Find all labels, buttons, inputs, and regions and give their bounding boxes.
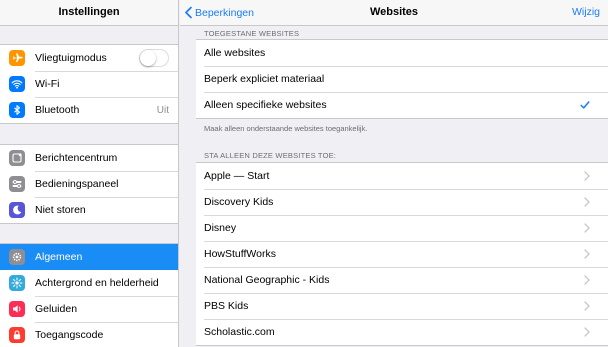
allowed-websites-options: Alle websites Beperk expliciet materiaal… (196, 39, 608, 119)
site-row[interactable]: Disney (196, 215, 608, 241)
site-label: Discovery Kids (204, 196, 274, 208)
sidebar-item-do-not-disturb[interactable]: Niet storen (0, 197, 178, 223)
allowed-websites-header: TOEGESTANE WEBSITES (204, 29, 300, 38)
gear-icon (9, 249, 25, 265)
bluetooth-status-value: Uit (156, 104, 169, 116)
lock-icon (9, 327, 25, 343)
site-label: Scholastic.com (204, 326, 275, 338)
edit-button[interactable]: Wijzig (572, 0, 600, 25)
option-label: Alle websites (204, 47, 266, 59)
option-specific-websites-only[interactable]: Alleen specifieke websites (196, 92, 608, 118)
speaker-icon (9, 301, 25, 317)
chevron-right-icon (584, 327, 590, 337)
site-label: PBS Kids (204, 300, 249, 312)
sidebar-item-label: Achtergrond en helderheid (35, 277, 159, 289)
sidebar-item-notification-center[interactable]: Berichtencentrum (0, 145, 178, 171)
airplane-icon (9, 50, 25, 66)
bluetooth-icon (9, 102, 25, 118)
sidebar-item-label: Wi-Fi (35, 78, 60, 90)
allowed-websites-footer: Maak alleen onderstaande websites toegan… (204, 124, 368, 133)
page-title: Websites (369, 6, 419, 18)
sidebar-item-bluetooth[interactable]: Bluetooth Uit (0, 97, 178, 123)
control-center-icon (9, 176, 25, 192)
sidebar-item-wifi[interactable]: Wi-Fi (0, 71, 178, 97)
airplane-mode-toggle[interactable] (139, 49, 169, 67)
sidebar-item-general[interactable]: Algemeen (0, 244, 178, 270)
site-row[interactable]: Discovery Kids (196, 189, 608, 215)
sidebar-item-label: Algemeen (35, 251, 83, 263)
sidebar-group-general: Algemeen Achtergrond en helderheid Gelui… (0, 243, 178, 347)
chevron-right-icon (584, 275, 590, 285)
sidebar-item-label: Niet storen (35, 204, 86, 216)
site-row[interactable]: National Geographic - Kids (196, 267, 608, 293)
wallpaper-icon (9, 275, 25, 291)
sidebar-item-label: Bedieningspaneel (35, 178, 119, 190)
sidebar-item-label: Bluetooth (35, 104, 80, 116)
sidebar-title: Instellingen (58, 6, 120, 18)
toggle-knob (140, 50, 156, 66)
sidebar-item-label: Berichtencentrum (35, 152, 118, 164)
websites-detail-pane: Beperkingen Websites Wijzig TOEGESTANE W… (180, 0, 608, 347)
sidebar-nav-bar: Instellingen (0, 0, 178, 26)
sidebar-group-notifications: Berichtencentrum Bedieningspaneel Niet s… (0, 144, 178, 224)
sidebar-item-control-center[interactable]: Bedieningspaneel (0, 171, 178, 197)
site-label: National Geographic - Kids (204, 274, 330, 286)
chevron-right-icon (584, 171, 590, 181)
option-all-websites[interactable]: Alle websites (196, 40, 608, 66)
allowed-sites-list: Apple — Start Discovery Kids Disney HowS… (196, 162, 608, 346)
option-label: Beperk expliciet materiaal (204, 73, 325, 85)
site-row[interactable]: Apple — Start (196, 163, 608, 189)
sidebar-item-sounds[interactable]: Geluiden (0, 296, 178, 322)
site-row[interactable]: Scholastic.com (196, 319, 608, 345)
wifi-icon (9, 76, 25, 92)
option-limit-adult-content[interactable]: Beperk expliciet materiaal (196, 66, 608, 92)
site-label: Apple — Start (204, 170, 270, 182)
sidebar-item-wallpaper-brightness[interactable]: Achtergrond en helderheid (0, 270, 178, 296)
chevron-right-icon (584, 301, 590, 311)
checkmark-icon (580, 101, 590, 109)
detail-nav-bar: Beperkingen Websites Wijzig (180, 0, 608, 26)
sidebar-item-label: Toegangscode (35, 329, 104, 341)
settings-sidebar: Instellingen Vliegtuigmodus Wi-Fi Blueto… (0, 0, 179, 347)
sidebar-item-label: Geluiden (35, 303, 78, 315)
option-label: Alleen specifieke websites (204, 99, 327, 111)
sidebar-item-airplane-mode[interactable]: Vliegtuigmodus (0, 45, 178, 71)
sidebar-item-passcode[interactable]: Toegangscode (0, 322, 178, 347)
sidebar-group-connectivity: Vliegtuigmodus Wi-Fi Bluetooth Uit (0, 44, 178, 124)
site-label: HowStuffWorks (204, 248, 276, 260)
notification-center-icon (9, 150, 25, 166)
only-these-websites-header: STA ALLEEN DEZE WEBSITES TOE: (204, 151, 337, 160)
chevron-right-icon (584, 197, 590, 207)
site-row[interactable]: HowStuffWorks (196, 241, 608, 267)
chevron-right-icon (584, 223, 590, 233)
site-label: Disney (204, 222, 237, 234)
site-row[interactable]: PBS Kids (196, 293, 608, 319)
sidebar-item-label: Vliegtuigmodus (35, 52, 107, 64)
chevron-right-icon (584, 249, 590, 259)
moon-icon (9, 202, 25, 218)
